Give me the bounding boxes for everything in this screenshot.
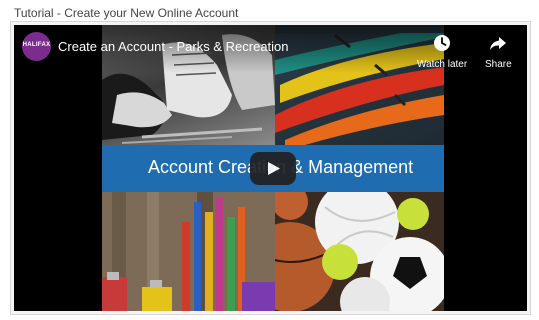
- share-button[interactable]: Share: [485, 33, 512, 70]
- clock-icon: [434, 35, 451, 51]
- watch-later-button[interactable]: Watch later: [417, 33, 467, 70]
- share-arrow-icon: [490, 37, 507, 50]
- video-player[interactable]: Account Creation & Management: [14, 25, 527, 311]
- video-title-link[interactable]: Create an Account - Parks & Recreation: [58, 39, 289, 54]
- thumbnail-paint-image: [102, 192, 275, 311]
- page-title: Tutorial - Create your New Online Accoun…: [14, 6, 239, 20]
- thumbnail-sports-balls-image: [275, 192, 444, 311]
- play-button[interactable]: [250, 152, 296, 185]
- share-label: Share: [485, 59, 512, 70]
- channel-avatar[interactable]: HALIFAX: [22, 32, 51, 61]
- watch-later-label: Watch later: [417, 59, 468, 70]
- play-icon: [268, 162, 280, 175]
- channel-logo-text: HALIFAX: [22, 42, 51, 48]
